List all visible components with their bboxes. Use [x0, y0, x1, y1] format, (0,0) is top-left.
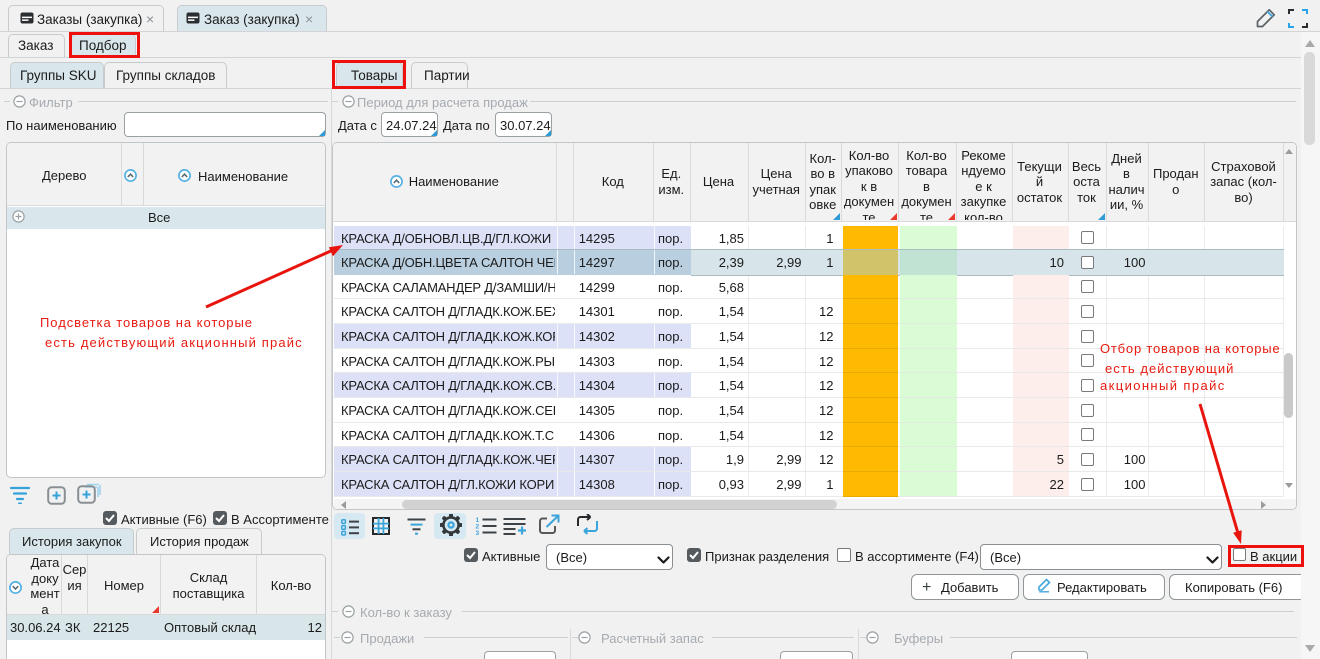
- svg-text:3: 3: [476, 530, 480, 535]
